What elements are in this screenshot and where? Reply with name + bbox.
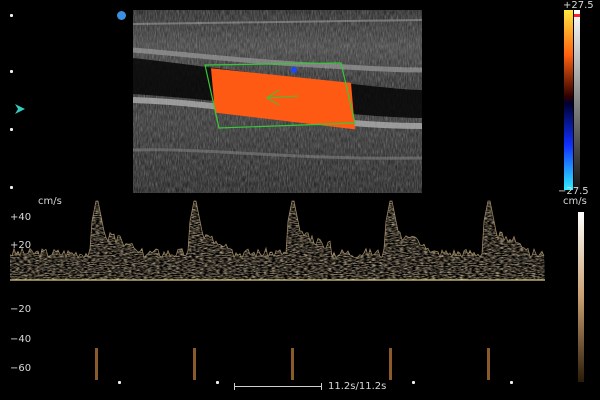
aliasing-spike xyxy=(193,348,196,380)
aliasing-spike xyxy=(389,348,392,380)
depth-marker xyxy=(10,186,13,189)
depth-marker xyxy=(10,70,13,73)
doppler-tick-label: +40 xyxy=(10,212,32,223)
color-scale-bar xyxy=(564,10,580,190)
doppler-gray-bar xyxy=(578,212,584,382)
bmode-image[interactable] xyxy=(133,10,422,193)
time-tick xyxy=(510,381,513,384)
time-tick xyxy=(216,381,219,384)
aliasing-spike xyxy=(95,348,98,380)
depth-marker xyxy=(10,128,13,131)
time-readout: 11.2s/11.2s xyxy=(328,381,387,392)
doppler-spectrum[interactable] xyxy=(0,190,600,390)
time-scale-bar[interactable] xyxy=(234,386,322,387)
doppler-tick-label: −20 xyxy=(10,304,32,315)
time-tick xyxy=(412,381,415,384)
doppler-tick-label: −60 xyxy=(10,363,32,374)
focus-arrow-icon xyxy=(15,104,25,114)
doppler-unit-label: cm/s xyxy=(38,196,62,207)
time-tick xyxy=(118,381,121,384)
orientation-dot-icon xyxy=(117,11,126,20)
depth-marker xyxy=(10,14,13,17)
doppler-tick-label: −40 xyxy=(10,334,32,345)
aliasing-spike xyxy=(487,348,490,380)
aliasing-spike xyxy=(291,348,294,380)
time-scale-cap xyxy=(234,383,235,390)
time-scale-cap xyxy=(321,383,322,390)
doppler-tick-label: +20 xyxy=(10,240,32,251)
